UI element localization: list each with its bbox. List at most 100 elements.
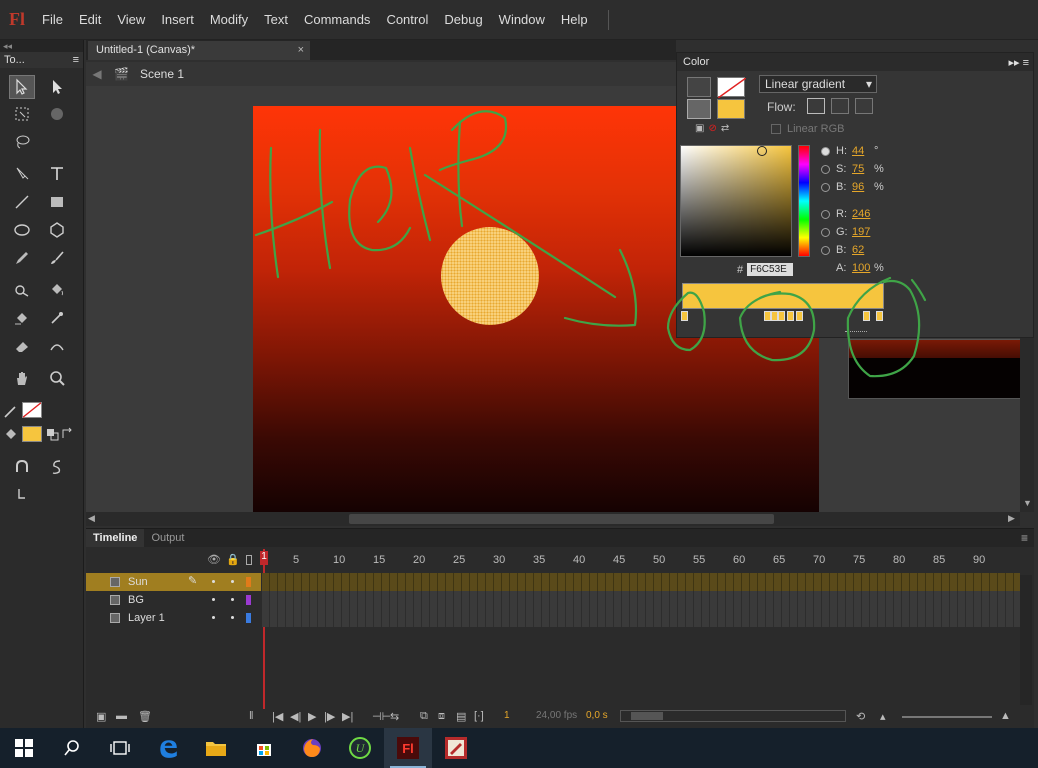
edge-browser-icon[interactable] xyxy=(144,728,192,768)
selected-layer-frames[interactable] xyxy=(262,573,1020,591)
go-to-last-frame-icon[interactable]: ▶| xyxy=(342,710,353,723)
menu-help[interactable]: Help xyxy=(553,12,596,27)
delete-layer-icon[interactable]: 🗑 xyxy=(138,710,152,723)
gradient-stop[interactable] xyxy=(778,311,785,321)
swap-colors-icon[interactable] xyxy=(60,426,74,442)
green-value[interactable]: 197 xyxy=(852,226,874,238)
playhead-frame-label[interactable]: 1 xyxy=(260,551,268,565)
flash-app-icon[interactable]: Fl xyxy=(384,728,432,768)
eraser-tool-icon[interactable] xyxy=(9,334,35,358)
smooth-icon[interactable] xyxy=(44,455,70,479)
task-view-icon[interactable] xyxy=(96,728,144,768)
play-icon[interactable]: ▶ xyxy=(308,710,316,723)
snap-to-objects-icon[interactable] xyxy=(9,455,35,479)
gradient-stop[interactable] xyxy=(863,311,870,321)
close-tab-icon[interactable]: × xyxy=(298,41,304,60)
gradient-stop[interactable] xyxy=(764,311,771,321)
menu-text[interactable]: Text xyxy=(256,12,296,27)
zoom-out-icon[interactable]: ▴ xyxy=(880,710,886,723)
linear-rgb-option[interactable]: Linear RGB xyxy=(771,123,844,135)
firefox-icon[interactable] xyxy=(288,728,336,768)
menu-commands[interactable]: Commands xyxy=(296,12,378,27)
layer-color-swatch[interactable] xyxy=(246,595,251,605)
gradient-stop[interactable] xyxy=(681,311,688,321)
menu-file[interactable]: File xyxy=(34,12,71,27)
current-frame-value[interactable]: 1 xyxy=(504,710,510,721)
straighten-icon[interactable] xyxy=(9,483,35,507)
alpha-value[interactable]: 100 xyxy=(852,262,874,274)
back-arrow-icon[interactable]: ◀ xyxy=(86,67,108,81)
gradient-stop[interactable] xyxy=(796,311,803,321)
sun-circle[interactable] xyxy=(441,227,539,325)
layer-name[interactable]: BG xyxy=(128,594,144,606)
lock-dot[interactable] xyxy=(231,616,234,619)
timeline-menu-icon[interactable]: ≡ xyxy=(1021,531,1028,545)
no-color-icon[interactable]: ⊘ xyxy=(708,123,716,134)
scene-name[interactable]: Scene 1 xyxy=(140,67,184,81)
blue-value[interactable]: 62 xyxy=(852,244,874,256)
visibility-dot[interactable] xyxy=(212,598,215,601)
fill-color-swatch[interactable] xyxy=(717,99,745,119)
color-picker-field[interactable] xyxy=(680,145,792,257)
menu-modify[interactable]: Modify xyxy=(202,12,256,27)
scroll-left-icon[interactable]: ◀ xyxy=(88,513,95,524)
3d-rotation-tool-icon[interactable] xyxy=(44,102,70,126)
pen-tool-icon[interactable] xyxy=(9,162,35,186)
color-type-select[interactable]: Linear gradient ▾ xyxy=(759,75,877,93)
onion-skin-icon[interactable]: ⧉ xyxy=(420,710,428,723)
loop-icon[interactable]: ⇆ xyxy=(390,710,399,723)
tab-output[interactable]: Output xyxy=(144,529,191,547)
hue-value[interactable]: 44 xyxy=(852,145,874,157)
free-transform-tool-icon[interactable] xyxy=(9,102,35,126)
store-icon[interactable] xyxy=(240,728,288,768)
scroll-down-icon[interactable]: ▼ xyxy=(1023,498,1032,508)
paint-app-icon[interactable] xyxy=(432,728,480,768)
lock-dot[interactable] xyxy=(231,598,234,601)
fill-swatch[interactable] xyxy=(22,426,42,442)
gradient-bar[interactable] xyxy=(682,283,884,309)
panel-menu-icon[interactable]: ≡ xyxy=(73,52,79,68)
layer-row-layer-1[interactable]: Layer 1 xyxy=(86,609,261,627)
gradient-stop[interactable] xyxy=(787,311,794,321)
layer-color-swatch[interactable] xyxy=(246,577,251,587)
linear-rgb-checkbox[interactable] xyxy=(771,124,781,134)
visibility-dot[interactable] xyxy=(212,580,215,583)
panel-resize-grip[interactable] xyxy=(845,331,867,335)
tools-collapse[interactable]: ◂◂ xyxy=(0,40,83,52)
timeline-zoom-slider[interactable] xyxy=(902,716,992,718)
timeline-horizontal-scrollbar[interactable] xyxy=(620,710,846,722)
zoom-in-icon[interactable]: ▲ xyxy=(1000,710,1011,722)
brush-tool-icon[interactable] xyxy=(44,246,70,270)
eyedropper-tool-icon[interactable] xyxy=(44,306,70,330)
undo-history-icon[interactable]: ⟲ xyxy=(856,710,865,723)
brightness-radio[interactable] xyxy=(821,182,830,192)
hand-tool-icon[interactable] xyxy=(9,366,35,390)
hex-input[interactable]: F6C53E xyxy=(747,263,794,276)
frame-rate-value[interactable]: 24,00 fps xyxy=(536,710,577,721)
layer-color-swatch[interactable] xyxy=(246,613,251,623)
flow-reflect-button[interactable] xyxy=(831,98,849,114)
menu-view[interactable]: View xyxy=(109,12,153,27)
menu-debug[interactable]: Debug xyxy=(436,12,490,27)
gradient-stop[interactable] xyxy=(771,311,778,321)
menu-edit[interactable]: Edit xyxy=(71,12,109,27)
new-folder-icon[interactable]: ▬ xyxy=(116,710,127,722)
elapsed-time-value[interactable]: 0,0 s xyxy=(586,710,608,721)
menu-window[interactable]: Window xyxy=(491,12,553,27)
paint-bucket-tool-icon[interactable] xyxy=(44,278,70,302)
layer-name[interactable]: Layer 1 xyxy=(128,612,165,624)
fill-color-icon[interactable] xyxy=(2,423,20,447)
lock-dot[interactable] xyxy=(231,580,234,583)
green-radio[interactable] xyxy=(821,227,830,237)
oval-tool-icon[interactable] xyxy=(9,218,35,242)
pencil-tool-icon[interactable] xyxy=(9,246,35,270)
saturation-radio[interactable] xyxy=(821,164,830,174)
rectangle-tool-icon[interactable] xyxy=(44,190,70,214)
selection-tool-icon[interactable] xyxy=(9,75,35,99)
blue-radio[interactable] xyxy=(821,245,830,255)
zoom-tool-icon[interactable] xyxy=(44,366,70,390)
layer-row-bg[interactable]: BG xyxy=(86,591,261,609)
brightness-value[interactable]: 96 xyxy=(852,181,874,193)
polystar-tool-icon[interactable] xyxy=(44,218,70,242)
new-layer-icon[interactable]: ▣ xyxy=(96,710,106,723)
